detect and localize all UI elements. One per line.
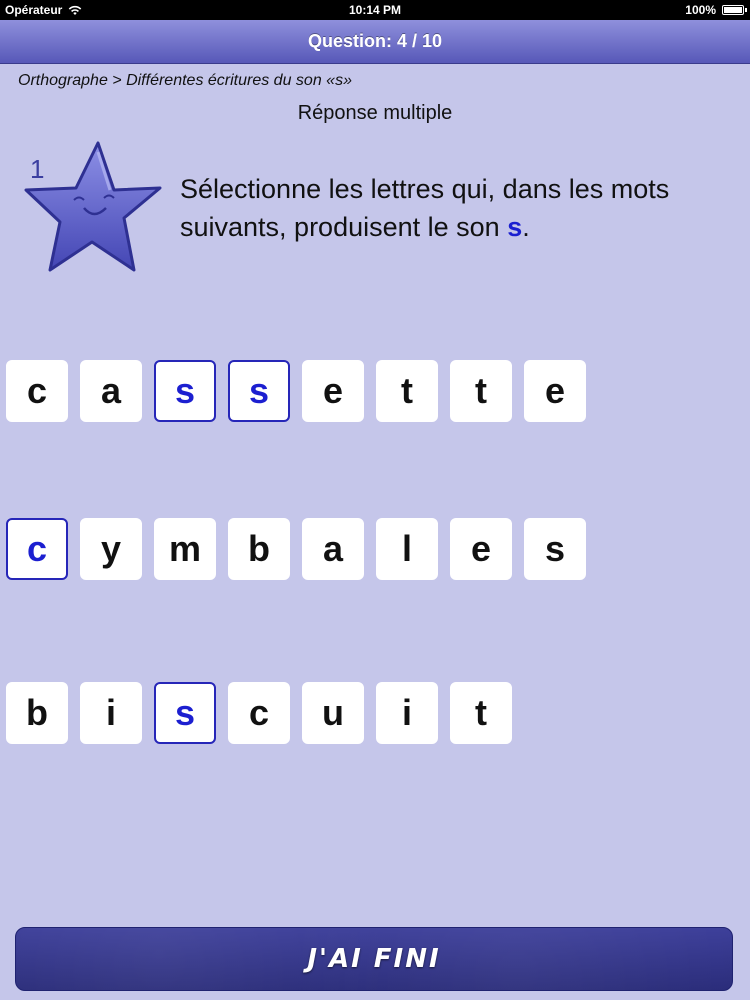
instruction-text: Sélectionne les lettres qui, dans les mo…: [180, 170, 740, 246]
letter-tile[interactable]: c: [6, 360, 68, 422]
letter-tile[interactable]: s: [154, 360, 216, 422]
letter-tile[interactable]: s: [524, 518, 586, 580]
clock: 10:14 PM: [348, 3, 402, 17]
letter-tile[interactable]: e: [524, 360, 586, 422]
question-type-label: Réponse multiple: [297, 102, 453, 124]
target-sound: s: [507, 212, 523, 242]
instruction-end: .: [522, 212, 530, 242]
letter-tile[interactable]: u: [302, 682, 364, 744]
instruction-main: Sélectionne les lettres qui, dans les mo…: [180, 174, 670, 242]
word-row-cymbales: c y m b a l e s: [6, 518, 586, 580]
letter-tile[interactable]: a: [80, 360, 142, 422]
letter-tile[interactable]: b: [6, 682, 68, 744]
letter-tile[interactable]: t: [376, 360, 438, 422]
letter-tile[interactable]: e: [450, 518, 512, 580]
letter-tile[interactable]: t: [450, 682, 512, 744]
letter-tile[interactable]: s: [228, 360, 290, 422]
letter-tile[interactable]: b: [228, 518, 290, 580]
letter-tile[interactable]: s: [154, 682, 216, 744]
status-bar: Opérateur 10:14 PM 100%: [0, 0, 750, 20]
finish-button-label: J'AI FINI: [307, 944, 441, 974]
battery-percent: 100%: [685, 3, 716, 17]
finish-button[interactable]: J'AI FINI: [15, 927, 733, 991]
letter-tile[interactable]: m: [154, 518, 216, 580]
letter-tile[interactable]: c: [6, 518, 68, 580]
battery-icon: [722, 5, 747, 15]
battery-group: 100%: [685, 3, 747, 17]
star-number: 1: [30, 154, 45, 184]
letter-tile[interactable]: y: [80, 518, 142, 580]
breadcrumb: Orthographe > Différentes écritures du s…: [18, 72, 352, 89]
letter-tile[interactable]: e: [302, 360, 364, 422]
word-row-cassette: c a s s e t t e: [6, 360, 586, 422]
letter-tile[interactable]: l: [376, 518, 438, 580]
letter-tile[interactable]: i: [376, 682, 438, 744]
page-title: Question: 4 / 10: [307, 31, 443, 51]
letter-tile[interactable]: c: [228, 682, 290, 744]
letter-tile[interactable]: i: [80, 682, 142, 744]
word-row-biscuit: b i s c u i t: [6, 682, 512, 744]
letter-tile[interactable]: a: [302, 518, 364, 580]
letter-tile[interactable]: t: [450, 360, 512, 422]
question-header: Question: 4 / 10: [0, 20, 750, 64]
